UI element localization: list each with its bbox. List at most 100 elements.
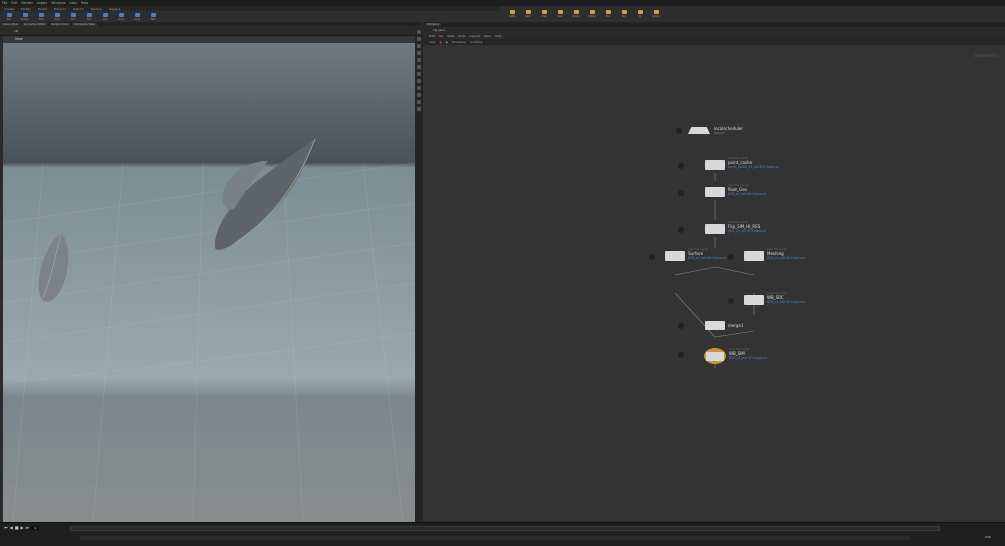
node-bypass-flag[interactable] bbox=[728, 254, 734, 260]
pose-tool-icon[interactable] bbox=[417, 65, 421, 69]
shelf-tool-sphere[interactable]: Sphere bbox=[19, 12, 31, 22]
display-options-icon[interactable] bbox=[417, 86, 421, 90]
select-tool-icon[interactable] bbox=[417, 30, 421, 34]
volume-light-icon bbox=[573, 10, 579, 14]
menu-help[interactable]: Help bbox=[81, 1, 88, 5]
viewport-path[interactable]: obj bbox=[14, 29, 18, 33]
shelf-tool-line[interactable]: Line bbox=[99, 12, 111, 22]
timeline-scrubber[interactable] bbox=[70, 526, 940, 531]
shelf-tool-volume[interactable]: Volume bbox=[570, 9, 582, 19]
net-menu-edit[interactable]: Edit bbox=[429, 34, 435, 38]
step-back-icon[interactable]: ◀ bbox=[10, 525, 13, 530]
jump-start-icon[interactable]: ⏮ bbox=[4, 525, 8, 530]
node-flip-sim[interactable]: Labs File Cache Flip_SIM_HI_RES $OS_s1_w… bbox=[678, 221, 766, 234]
menu-edit[interactable]: Edit bbox=[11, 1, 17, 5]
node-bypass-flag[interactable] bbox=[678, 323, 684, 329]
node-bypass-flag[interactable] bbox=[728, 298, 734, 304]
wing-shape-small bbox=[38, 232, 69, 302]
node-bypass-flag[interactable] bbox=[678, 227, 684, 233]
tab-network-view[interactable]: /obj/geo1 bbox=[425, 23, 442, 26]
end-frame-field[interactable]: 240 bbox=[985, 535, 991, 539]
wireframe-icon[interactable] bbox=[417, 100, 421, 104]
node-surface[interactable]: Labs File Cache Surface $OS_s1_w0.$F4.bg… bbox=[649, 248, 726, 261]
node-point-cache[interactable]: Labs File Cache point_cache point_cache_… bbox=[678, 157, 779, 170]
shelf-tab[interactable]: Modify bbox=[19, 7, 33, 11]
node-localscheduler[interactable]: localscheduler topnet bbox=[676, 126, 743, 135]
shelf-tab[interactable]: Texture bbox=[89, 7, 104, 11]
current-frame-field[interactable]: 1 bbox=[31, 525, 40, 530]
camera-menu-icon[interactable] bbox=[417, 107, 421, 111]
geo-light-icon bbox=[557, 10, 563, 14]
node-subtitle: $OS_s1_w0.$F4.bgeo.sc bbox=[767, 300, 806, 304]
shelf-tab[interactable]: Model bbox=[36, 7, 49, 11]
jump-end-icon[interactable]: ⏭ bbox=[26, 525, 30, 530]
shelf-tab[interactable]: Rigging bbox=[107, 7, 122, 11]
rotate-tool-icon[interactable] bbox=[417, 44, 421, 48]
shelf-tool-area[interactable]: Area bbox=[538, 9, 550, 19]
shelf-tool-curve[interactable]: Curve bbox=[131, 12, 143, 22]
cook-button[interactable]: Cook bbox=[429, 41, 436, 44]
shelf-tool-path[interactable]: Path bbox=[147, 12, 159, 22]
scale-tool-icon[interactable] bbox=[417, 51, 421, 55]
node-float-geo[interactable]: Labs File Cache float_Geo $OS_s1_w0.$F4.… bbox=[678, 184, 766, 197]
tube-icon bbox=[38, 12, 44, 17]
area-light-icon bbox=[541, 10, 547, 14]
shelf-tool-tube[interactable]: Tube bbox=[35, 12, 47, 22]
shading-icon[interactable] bbox=[417, 93, 421, 97]
node-bypass-flag[interactable] bbox=[678, 190, 684, 196]
frame-range-slider[interactable] bbox=[80, 536, 910, 540]
shelf-tool-lights[interactable]: Lights bbox=[506, 9, 518, 19]
net-menu-help[interactable]: Help bbox=[495, 34, 502, 38]
move-tool-icon[interactable] bbox=[417, 37, 421, 41]
merge-node-icon bbox=[705, 321, 725, 330]
shelf-tool-spot[interactable]: Spot bbox=[522, 9, 534, 19]
gi-icon bbox=[637, 10, 643, 14]
shelf-tab[interactable]: Deform bbox=[71, 7, 86, 11]
shelf-tool-box[interactable]: Box bbox=[3, 12, 15, 22]
network-editor[interactable]: Geometry localscheduler topnet Labs File… bbox=[423, 45, 1005, 522]
node-bypass-flag[interactable] bbox=[676, 128, 682, 134]
node-bypass-flag[interactable] bbox=[678, 352, 684, 358]
shelf-tool-circle[interactable]: Circle bbox=[115, 12, 127, 22]
shelf-tool-env[interactable]: Env bbox=[602, 9, 614, 19]
menu-file[interactable]: File bbox=[2, 1, 7, 5]
3d-viewport[interactable] bbox=[3, 43, 415, 522]
handle-tool-icon[interactable] bbox=[417, 58, 421, 62]
viewport-header: View bbox=[3, 36, 415, 43]
net-menu-view[interactable]: View bbox=[447, 34, 454, 38]
stop-icon[interactable]: ■ bbox=[440, 41, 442, 44]
shelf-tab[interactable]: Create bbox=[2, 7, 16, 11]
node-bypass-flag[interactable] bbox=[678, 163, 684, 169]
menu-render[interactable]: Render bbox=[22, 1, 33, 5]
net-menu-labs[interactable]: Labs bbox=[484, 34, 491, 38]
play-icon[interactable]: ▶ bbox=[446, 41, 448, 44]
box-icon bbox=[6, 12, 12, 17]
snap-icon[interactable] bbox=[417, 79, 421, 83]
shelf-tool-gi[interactable]: GI bbox=[634, 9, 646, 19]
shelf-tab[interactable]: Polygon bbox=[52, 7, 68, 11]
net-menu-layout[interactable]: Layout bbox=[470, 34, 480, 38]
shelf-tool-geo[interactable]: Geo bbox=[554, 9, 566, 19]
play-forward-icon[interactable]: ▶ bbox=[20, 525, 23, 530]
view-tool-icon[interactable] bbox=[417, 72, 421, 76]
net-menu-tools[interactable]: Tools bbox=[458, 34, 465, 38]
shelf-tool-distant[interactable]: Distant bbox=[586, 9, 598, 19]
shelf-tool-torus[interactable]: Torus bbox=[51, 12, 63, 22]
node-wb-src[interactable]: Labs File Cache WB_SRC $OS_s1_w0.$F4.bge… bbox=[728, 292, 805, 305]
shelf-tool-camera[interactable]: Camera bbox=[650, 9, 662, 19]
file-cache-node-icon bbox=[665, 251, 685, 261]
shelf-tool-sky[interactable]: Sky bbox=[618, 9, 630, 19]
shelf-tool-grid[interactable]: Grid bbox=[67, 12, 79, 22]
node-merge1[interactable]: merge1 bbox=[678, 321, 743, 330]
menu-labs[interactable]: Labs bbox=[70, 1, 77, 5]
menu-windows[interactable]: Windows bbox=[51, 1, 65, 5]
menu-assets[interactable]: Assets bbox=[37, 1, 47, 5]
shelf-tool-null[interactable]: Null bbox=[83, 12, 95, 22]
stop-icon[interactable]: ■ bbox=[15, 525, 19, 530]
node-bypass-flag[interactable] bbox=[649, 254, 655, 260]
node-meshing[interactable]: Labs File Cache Meshing $OS_s1_w0.$F4.bg… bbox=[728, 248, 805, 261]
viewport-scene bbox=[3, 138, 415, 522]
curve-icon bbox=[134, 12, 140, 17]
node-wb-sim[interactable]: Labs File Cache WB_SIM $OS_s1_w0.$F4.bge… bbox=[678, 348, 767, 364]
net-menu-go[interactable]: Go bbox=[439, 34, 443, 38]
